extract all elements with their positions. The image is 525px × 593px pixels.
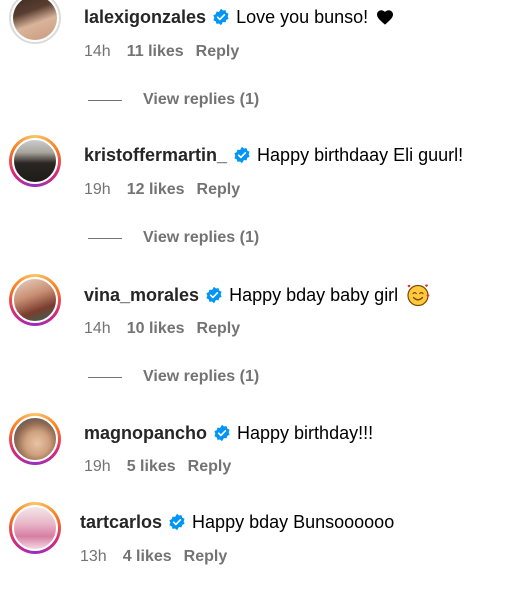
comment-text: Happy birthdaay Eli guurl! bbox=[257, 145, 464, 165]
reply-button[interactable]: Reply bbox=[188, 457, 232, 477]
comment-time: 14h bbox=[84, 43, 111, 60]
smiling-face-with-hearts-emoji-icon bbox=[407, 284, 430, 307]
verified-badge-icon bbox=[169, 513, 185, 531]
verified-badge-icon bbox=[234, 146, 250, 164]
view-replies-button[interactable]: View replies (1) bbox=[88, 228, 259, 248]
likes-count[interactable]: 12 likes bbox=[127, 180, 185, 200]
likes-count[interactable]: 11 likes bbox=[127, 42, 184, 62]
avatar[interactable] bbox=[9, 135, 61, 187]
reply-button[interactable]: Reply bbox=[197, 180, 241, 200]
comment-time: 13h bbox=[80, 548, 107, 565]
reply-button[interactable]: Reply bbox=[196, 42, 240, 62]
username[interactable]: lalexigonzales bbox=[84, 6, 206, 28]
username[interactable]: vina_morales bbox=[84, 284, 199, 306]
comment-text: Love you bunso! bbox=[236, 7, 369, 27]
view-replies-label: View replies (1) bbox=[143, 229, 260, 246]
view-replies-button[interactable]: View replies (1) bbox=[88, 367, 259, 387]
view-replies-label: View replies (1) bbox=[143, 368, 260, 385]
comment-text: Happy birthday!!! bbox=[237, 423, 374, 443]
view-replies-line bbox=[88, 376, 122, 378]
verified-badge-icon bbox=[213, 8, 229, 26]
comment-time: 19h bbox=[84, 181, 111, 198]
view-replies-label: View replies (1) bbox=[143, 91, 260, 108]
comment-time: 19h bbox=[84, 458, 111, 475]
verified-badge-icon bbox=[214, 424, 230, 442]
heart-emoji-icon bbox=[377, 10, 394, 25]
likes-count[interactable]: 5 likes bbox=[127, 457, 176, 477]
reply-button[interactable]: Reply bbox=[197, 319, 241, 339]
likes-count[interactable]: 10 likes bbox=[127, 319, 185, 339]
view-replies-line bbox=[88, 237, 122, 239]
view-replies-button[interactable]: View replies (1) bbox=[88, 90, 259, 110]
username[interactable]: magnopancho bbox=[84, 422, 207, 444]
likes-count[interactable]: 4 likes bbox=[123, 547, 172, 567]
avatar[interactable] bbox=[9, 0, 61, 44]
verified-badge-icon bbox=[206, 286, 222, 304]
avatar[interactable] bbox=[9, 274, 61, 326]
comment-text: Happy bday Bunsoooooo bbox=[192, 512, 395, 532]
username[interactable]: kristoffermartin_ bbox=[84, 144, 227, 166]
username[interactable]: tartcarlos bbox=[80, 511, 162, 533]
view-replies-line bbox=[88, 99, 122, 101]
reply-button[interactable]: Reply bbox=[184, 547, 228, 567]
comment-text: Happy bday baby girl bbox=[229, 285, 399, 305]
avatar[interactable] bbox=[9, 413, 61, 465]
avatar[interactable] bbox=[9, 502, 61, 554]
comment-time: 14h bbox=[84, 320, 111, 337]
